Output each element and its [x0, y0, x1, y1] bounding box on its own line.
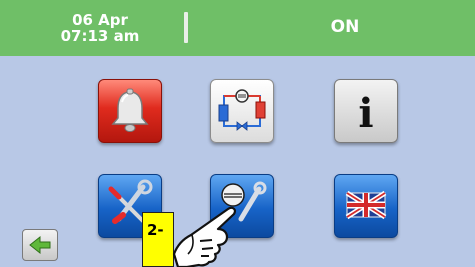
- time-text: 07:13 am: [60, 27, 140, 45]
- info-button[interactable]: i: [334, 79, 398, 143]
- refrigeration-circuit-icon: [218, 89, 266, 131]
- alarm-button[interactable]: [98, 79, 162, 143]
- controller-screen: 06 Apr 07:13 am ON i 2-: [0, 0, 475, 267]
- info-icon: i: [358, 90, 373, 137]
- bell-icon: [111, 88, 149, 132]
- back-button[interactable]: [22, 229, 58, 261]
- status-divider: [184, 12, 188, 43]
- back-arrow-icon: [29, 235, 51, 255]
- info-glyph: i: [358, 90, 373, 137]
- date-text: 06 Apr: [72, 11, 128, 29]
- unit-status: ON: [330, 17, 360, 37]
- date-time-display: 06 Apr 07:13 am: [52, 12, 148, 44]
- status-bar: 06 Apr 07:13 am ON: [0, 0, 475, 56]
- language-button[interactable]: [334, 174, 398, 238]
- pointing-hand-icon: [172, 206, 236, 267]
- uk-flag-icon: [345, 190, 387, 220]
- refrigeration-circuit-button[interactable]: [210, 79, 274, 143]
